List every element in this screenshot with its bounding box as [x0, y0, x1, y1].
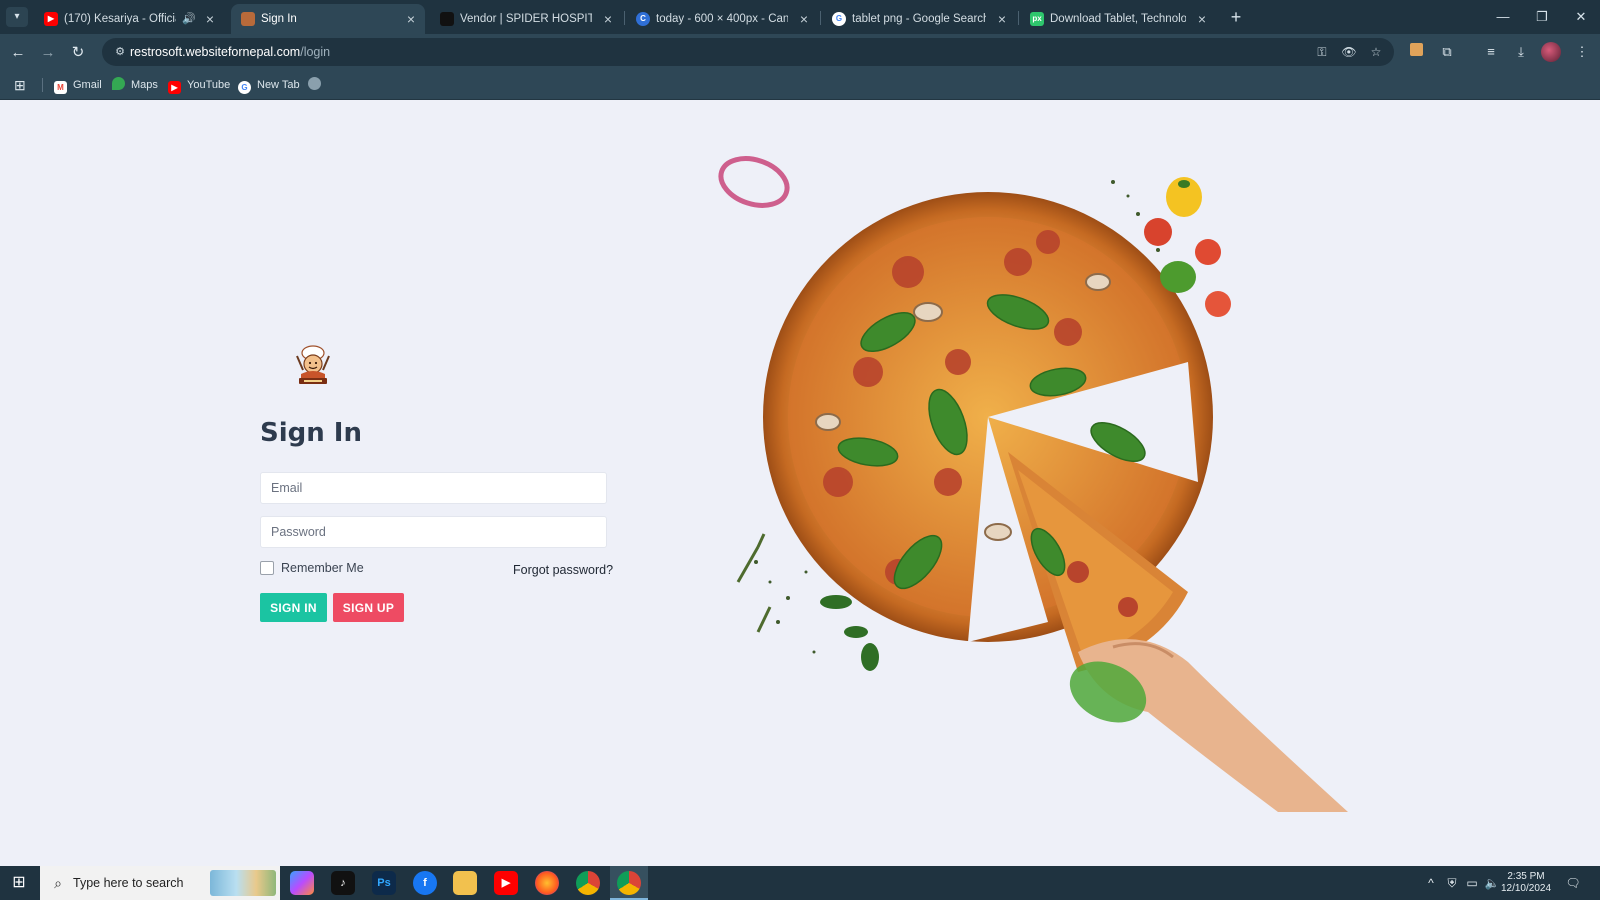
back-icon[interactable]: ← [6, 41, 30, 65]
tab-sign-in[interactable]: Sign In × [231, 4, 425, 34]
reload-icon[interactable]: ↻ [66, 41, 90, 65]
forward-icon[interactable]: → [36, 41, 60, 65]
firefox-icon[interactable] [535, 871, 559, 895]
extension-icon[interactable] [1405, 41, 1427, 63]
site-info-icon[interactable]: ⚙ [112, 44, 128, 60]
os-taskbar: ⊞ ⌕ Type here to search ♪ Ps f ▶ ^ ⛨ ▭ 🔈… [0, 866, 1600, 900]
chrome-icon[interactable] [576, 871, 600, 895]
facebook-icon[interactable]: f [413, 871, 437, 895]
tab-title: Sign In [261, 13, 297, 25]
close-tab-icon[interactable]: × [998, 4, 1006, 34]
sign-up-button[interactable]: SIGN UP [333, 593, 404, 622]
network-icon[interactable]: ▭ [1463, 866, 1481, 900]
bookmark-gmail[interactable]: M Gmail [54, 70, 102, 100]
vendor-favicon-icon [440, 12, 454, 26]
gmail-icon: M [54, 81, 67, 94]
bookmark-star-icon[interactable]: ☆ [1368, 44, 1384, 60]
windows-start-icon[interactable]: ⊞ [8, 872, 30, 894]
new-tab-icon[interactable]: + [1226, 5, 1246, 29]
url-text[interactable]: restrosoft.websitefornepal.com/login [130, 38, 330, 66]
notifications-icon[interactable]: 🗨 [1562, 866, 1584, 900]
bookmarks-bar: ⊞ M Gmail Maps ▶ YouTube G New Tab [0, 70, 1600, 100]
tab-search-dropdown-icon[interactable]: ▾ [6, 7, 28, 27]
tab-download-tablet[interactable]: px Download Tablet, Technology, N × [1020, 4, 1216, 34]
tab-title: Download Tablet, Technology, N [1050, 13, 1186, 25]
search-icon: ⌕ [54, 875, 62, 891]
restore-icon[interactable]: ❐ [1523, 0, 1561, 34]
login-page: Sign In Remember Me Forgot password? SIG… [0, 100, 1600, 866]
tab-canva[interactable]: C today - 600 × 400px - Canva × [626, 4, 818, 34]
tab-title: Vendor | SPIDER HOSPITALITY P [460, 13, 592, 25]
taskbar-search[interactable]: ⌕ Type here to search [40, 866, 280, 900]
site-favicon-icon [241, 12, 255, 26]
bookmark-youtube[interactable]: ▶ YouTube [168, 70, 230, 100]
close-window-icon[interactable]: ✕ [1562, 0, 1600, 34]
close-tab-icon[interactable]: × [407, 4, 415, 34]
browser-toolbar: ← → ↻ ⚙ restrosoft.websitefornepal.com/l… [0, 34, 1600, 70]
minimize-icon[interactable]: — [1484, 0, 1522, 34]
copilot-icon[interactable] [290, 871, 314, 895]
youtube-icon[interactable]: ▶ [494, 871, 518, 895]
speaker-icon[interactable]: 🔊 [182, 4, 196, 34]
tiktok-icon[interactable]: ♪ [331, 871, 355, 895]
pixabay-icon: px [1030, 12, 1044, 26]
file-explorer-icon[interactable] [453, 871, 477, 895]
search-highlight-image [210, 870, 276, 896]
bookmark-separator [42, 78, 43, 92]
tab-title: tablet png - Google Search [852, 13, 986, 25]
remember-me-label[interactable]: Remember Me [281, 561, 364, 575]
password-key-icon[interactable]: ⚿ [1314, 44, 1330, 60]
restaurant-chef-logo [296, 345, 330, 384]
bookmark-new-tab[interactable]: G New Tab [238, 70, 300, 100]
clock-time: 2:35 PM [1507, 871, 1545, 882]
profile-avatar[interactable] [1541, 42, 1561, 62]
sign-in-button[interactable]: SIGN IN [260, 593, 327, 622]
apps-grid-icon[interactable]: ⊞ [14, 70, 26, 100]
password-field[interactable] [260, 516, 607, 548]
pizza-hero-image [718, 156, 1348, 812]
remember-me-checkbox[interactable] [260, 561, 274, 575]
close-tab-icon[interactable]: × [206, 4, 214, 34]
show-hidden-icons-icon[interactable]: ^ [1422, 866, 1440, 900]
more-menu-icon[interactable]: ⋮ [1571, 41, 1593, 63]
maps-pin-icon [112, 77, 125, 90]
taskbar-search-placeholder: Type here to search [73, 876, 184, 890]
close-tab-icon[interactable]: × [1198, 4, 1206, 34]
globe-icon [308, 77, 321, 90]
photoshop-icon[interactable]: Ps [372, 871, 396, 895]
tab-separator [1018, 11, 1019, 25]
system-clock[interactable]: 2:35 PM 12/10/2024 [1494, 871, 1558, 895]
tab-kesariya[interactable]: ▶ (170) Kesariya - Official Lyric 🔊 × [34, 4, 224, 34]
extensions-puzzle-icon[interactable]: ⧉ [1436, 41, 1458, 63]
chrome-profile-icon[interactable] [617, 871, 641, 895]
close-tab-icon[interactable]: × [604, 4, 612, 34]
bookmark-globe[interactable] [308, 70, 327, 100]
google-icon: G [832, 12, 846, 26]
bookmark-maps[interactable]: Maps [112, 70, 158, 100]
close-tab-icon[interactable]: × [800, 4, 808, 34]
tab-separator [820, 11, 821, 25]
media-queue-icon[interactable]: ≡ [1480, 41, 1502, 63]
canva-icon: C [636, 12, 650, 26]
google-icon: G [238, 81, 251, 94]
forgot-password-link[interactable]: Forgot password? [513, 563, 613, 577]
tracking-eye-icon[interactable]: 👁 [1341, 44, 1357, 60]
youtube-icon: ▶ [168, 81, 181, 94]
tab-separator [624, 11, 625, 25]
address-bar[interactable]: ⚙ restrosoft.websitefornepal.com/login ⚿… [102, 38, 1394, 66]
download-icon[interactable]: ⤓ [1510, 41, 1532, 63]
page-title: Sign In [260, 418, 362, 448]
security-shield-icon[interactable]: ⛨ [1443, 866, 1461, 900]
tab-google-search[interactable]: G tablet png - Google Search × [822, 4, 1016, 34]
tab-title: (170) Kesariya - Official Lyric [64, 13, 176, 25]
browser-tab-bar: ▾ ▶ (170) Kesariya - Official Lyric 🔊 × … [0, 0, 1600, 34]
email-field[interactable] [260, 472, 607, 504]
tab-title: today - 600 × 400px - Canva [656, 13, 788, 25]
tab-vendor[interactable]: Vendor | SPIDER HOSPITALITY P × [430, 4, 622, 34]
clock-date: 12/10/2024 [1500, 883, 1552, 894]
youtube-icon: ▶ [44, 12, 58, 26]
